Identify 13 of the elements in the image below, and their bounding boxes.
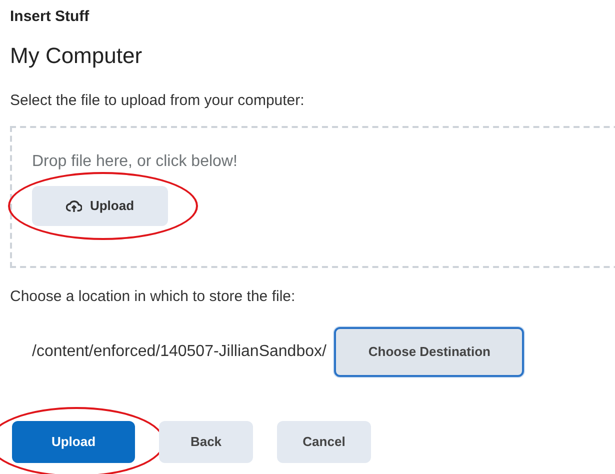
cloud-upload-icon [66, 199, 82, 213]
action-button[interactable]: Back [159, 420, 253, 462]
upload-button[interactable]: Upload [32, 186, 168, 226]
choose-destination-button[interactable]: Choose Destination [334, 326, 524, 376]
page-heading: My Computer [10, 42, 144, 70]
drop-hint: Drop file here, or click below! [32, 152, 238, 172]
dialog-title: Insert Stuff [10, 7, 90, 27]
drop-zone[interactable]: Drop file here, or click below! Upload [10, 126, 615, 268]
destination-path: /content/enforced/140507-JillianSandbox/ [32, 342, 326, 362]
action-button[interactable]: Upload [12, 420, 135, 462]
action-button[interactable]: Cancel [277, 420, 371, 462]
location-label: Choose a location in which to store the file: [10, 287, 296, 307]
select-file-label: Select the file to upload from your computer: [10, 90, 306, 110]
